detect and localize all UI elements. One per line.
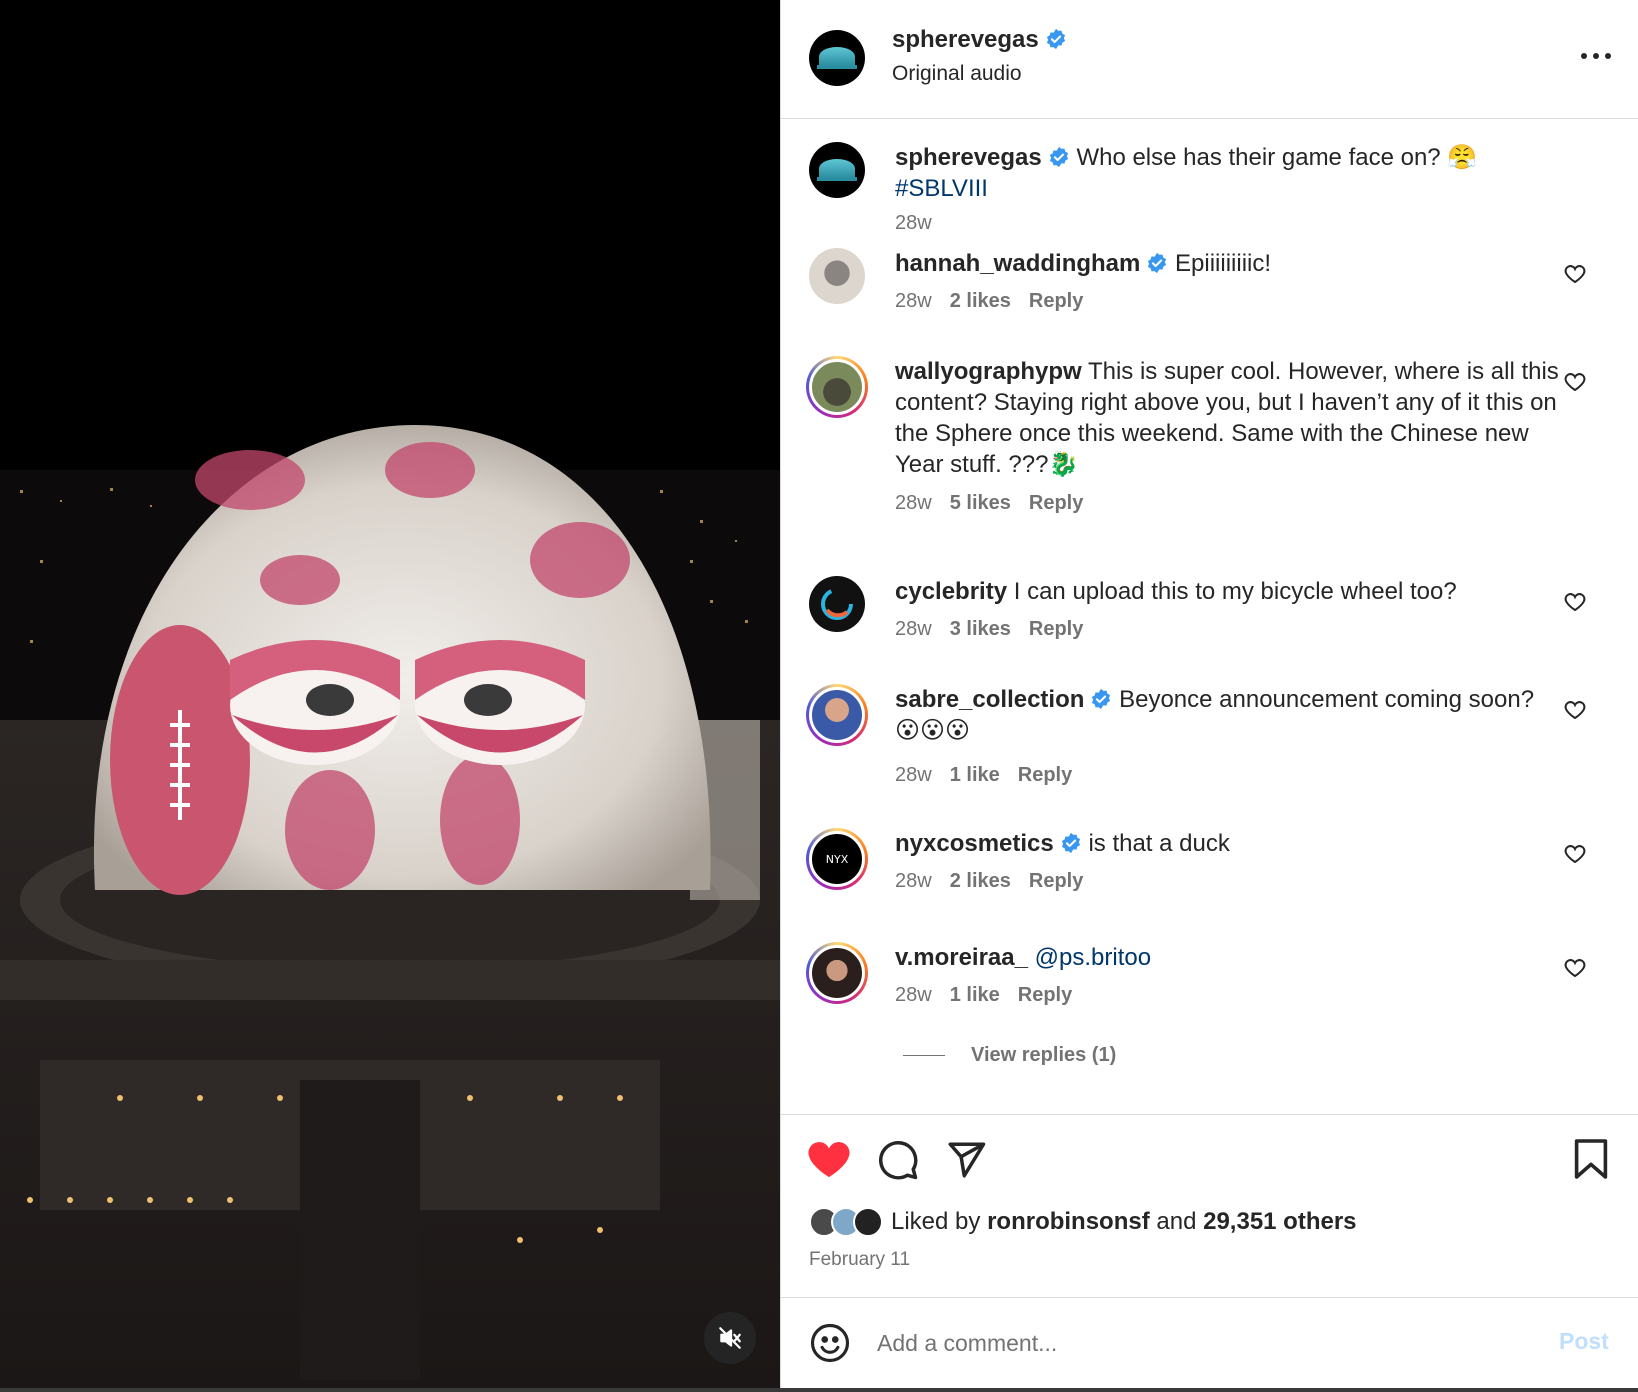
avatar[interactable] [809, 30, 865, 86]
view-replies-label: View replies (1) [971, 1044, 1117, 1066]
cyclebrity-logo-icon [821, 588, 853, 620]
reply-button[interactable]: Reply [1018, 764, 1072, 786]
reply-button[interactable]: Reply [1029, 290, 1083, 312]
caption-username[interactable]: spherevegas [895, 144, 1042, 171]
comment-text: is that a duck [1088, 830, 1230, 857]
comment-likes[interactable]: 2 likes [950, 290, 1011, 312]
divider [903, 1055, 945, 1056]
add-comment-bar: Post [781, 1297, 1638, 1388]
post-side-panel: spherevegas Original audio spherevegas W… [780, 0, 1638, 1388]
comment-username[interactable]: hannah_waddingham [895, 250, 1140, 277]
liked-by-and: and [1156, 1208, 1197, 1235]
comment-bubble-icon[interactable] [877, 1139, 919, 1181]
comment-username[interactable]: wallyographypw [895, 358, 1082, 385]
like-comment-heart-icon[interactable] [1563, 370, 1587, 394]
comment-username[interactable]: nyxcosmetics [895, 830, 1054, 857]
comment-input[interactable] [877, 1322, 1517, 1364]
like-comment-heart-icon[interactable] [1563, 590, 1587, 614]
hashtag-link[interactable]: #SBLVIII [895, 175, 988, 202]
verified-badge-icon [1049, 146, 1068, 168]
comments-list[interactable]: spherevegas Who else has their game face… [781, 120, 1638, 1120]
like-comment-heart-icon[interactable] [1563, 262, 1587, 286]
avatar[interactable] [809, 576, 865, 632]
comment-time[interactable]: 28w [895, 870, 932, 892]
avatar[interactable] [806, 684, 868, 746]
verified-badge-icon [1046, 28, 1065, 50]
like-comment-heart-icon[interactable] [1563, 698, 1587, 722]
comment-likes[interactable]: 2 likes [950, 870, 1011, 892]
save-bookmark-icon[interactable] [1573, 1137, 1609, 1181]
liked-by-username[interactable]: ronrobinsonsf [987, 1208, 1150, 1236]
post-header: spherevegas Original audio [781, 0, 1638, 119]
post-video[interactable] [0, 0, 780, 1388]
post-author-username[interactable]: spherevegas [892, 26, 1067, 54]
like-heart-icon[interactable] [807, 1139, 851, 1179]
like-comment-heart-icon[interactable] [1563, 842, 1587, 866]
post-comment-button[interactable]: Post [1559, 1328, 1609, 1355]
comment-text: I can upload this to my bicycle wheel to… [1013, 578, 1457, 605]
verified-badge-icon [1092, 688, 1111, 710]
caption-text: Who else has their game face on? 😤 [1076, 144, 1478, 171]
reply-button[interactable]: Reply [1029, 618, 1083, 640]
comment-username[interactable]: v.moreiraa_ [895, 944, 1028, 971]
mention-link[interactable]: @ps.britoo [1035, 944, 1151, 971]
comment-likes[interactable]: 5 likes [950, 492, 1011, 514]
avatar[interactable] [809, 142, 865, 198]
original-audio-link[interactable]: Original audio [892, 62, 1022, 86]
more-options-icon[interactable] [1576, 44, 1616, 68]
comment-time[interactable]: 28w [895, 984, 932, 1006]
comment-username[interactable]: sabre_collection [895, 686, 1084, 713]
reply-button[interactable]: Reply [1029, 492, 1083, 514]
comment-username[interactable]: cyclebrity [895, 578, 1007, 605]
like-comment-heart-icon[interactable] [1563, 956, 1587, 980]
verified-badge-icon [1148, 252, 1167, 274]
reply-button[interactable]: Reply [1018, 984, 1072, 1006]
comment-likes[interactable]: 3 likes [950, 618, 1011, 640]
speaker-muted-icon [719, 1327, 741, 1349]
avatar[interactable] [806, 942, 868, 1004]
verified-badge-icon [1061, 832, 1080, 854]
liked-by-prefix: Liked by [891, 1208, 981, 1235]
avatar[interactable] [806, 356, 868, 418]
emoji-smiley-icon[interactable] [809, 1322, 851, 1364]
liked-by-avatars[interactable] [809, 1207, 883, 1237]
comment-likes[interactable]: 1 like [950, 984, 1000, 1006]
avatar [853, 1207, 883, 1237]
window-bottom-edge [0, 1388, 1638, 1392]
comment-time[interactable]: 28w [895, 618, 932, 640]
post-date[interactable]: February 11 [809, 1249, 910, 1271]
avatar[interactable]: NYX [806, 828, 868, 890]
likes-count-link[interactable]: 29,351 others [1203, 1208, 1356, 1236]
comment-time[interactable]: 28w [895, 290, 932, 312]
comment-text: Epiiiiiiiiic! [1175, 250, 1272, 277]
sphere-video-frame [0, 0, 780, 1388]
comment-time[interactable]: 28w [895, 212, 932, 234]
post-actions: Liked by ronrobinsonsf and 29,351 others… [781, 1114, 1638, 1298]
share-paper-plane-icon[interactable] [945, 1139, 987, 1181]
avatar[interactable] [809, 248, 865, 304]
mute-toggle-button[interactable] [704, 1312, 756, 1364]
comment-time[interactable]: 28w [895, 492, 932, 514]
liked-by-summary: Liked by ronrobinsonsf and 29,351 others [809, 1207, 1357, 1237]
comment-likes[interactable]: 1 like [950, 764, 1000, 786]
nyx-logo: NYX [809, 831, 865, 887]
reply-button[interactable]: Reply [1029, 870, 1083, 892]
view-replies-button[interactable]: View replies (1) [903, 1044, 1116, 1067]
comment-time[interactable]: 28w [895, 764, 932, 786]
